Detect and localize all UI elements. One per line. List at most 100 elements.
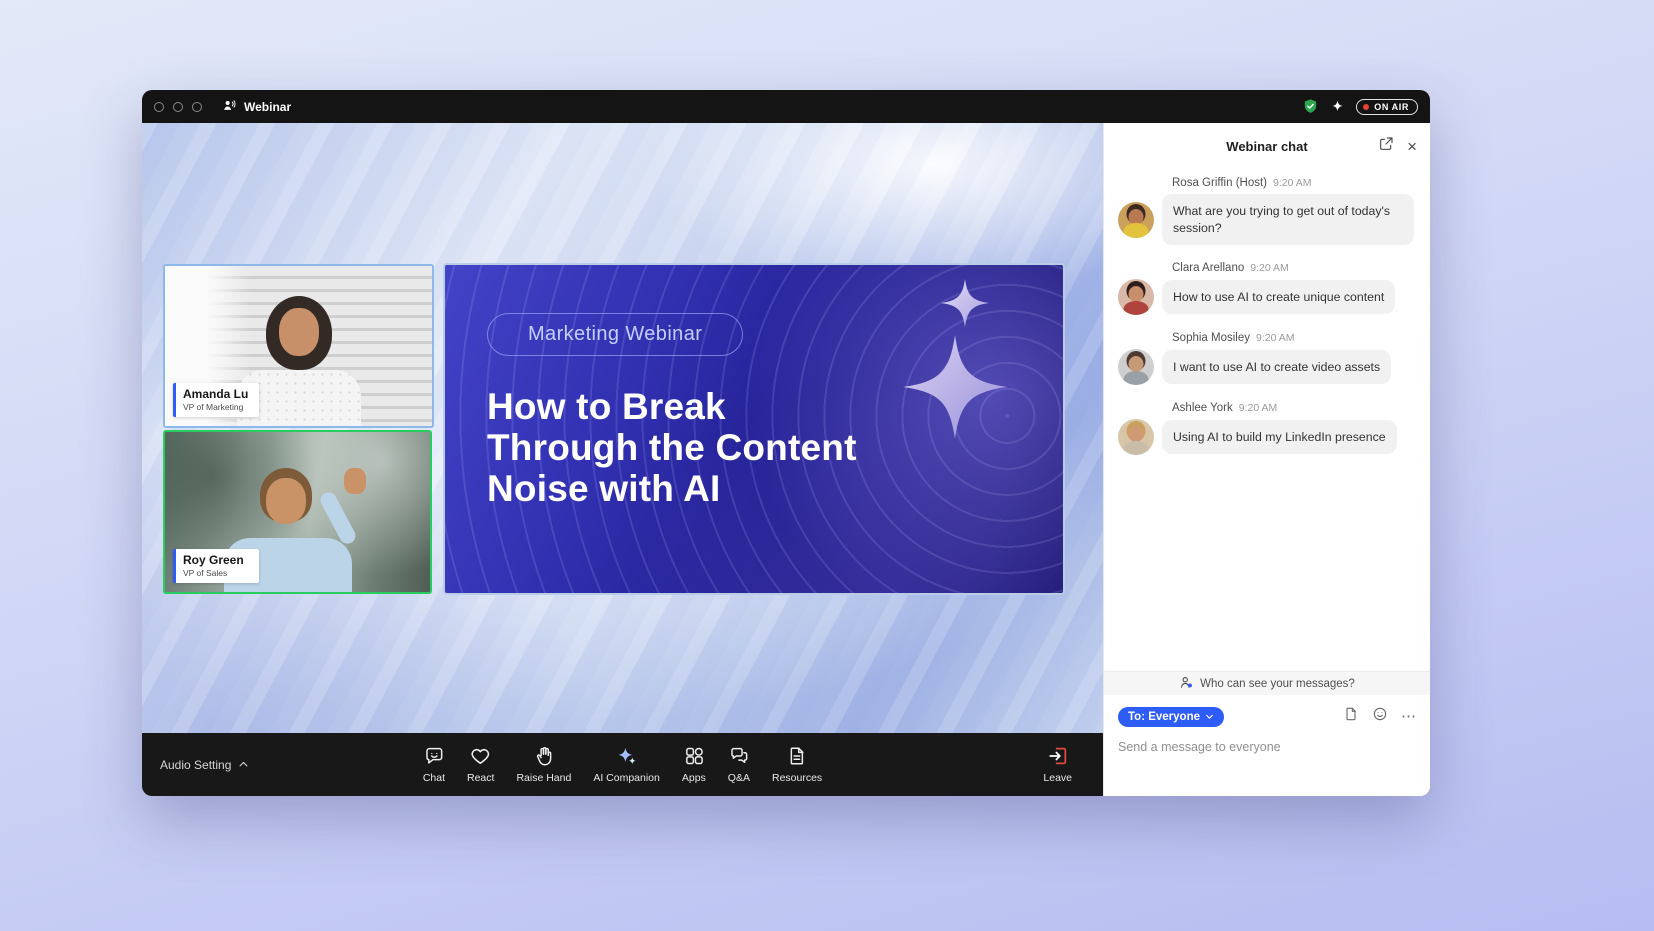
visibility-note-text: Who can see your messages? <box>1200 678 1355 690</box>
message-author: Rosa Griffin (Host) <box>1172 177 1267 189</box>
figure-face <box>279 308 319 356</box>
on-air-label: ON AIR <box>1374 102 1409 112</box>
heart-icon <box>470 745 492 767</box>
attach-file-icon[interactable] <box>1343 706 1359 727</box>
avatar-rosa-griffin <box>1118 202 1154 238</box>
message-time: 9:20 AM <box>1256 332 1295 344</box>
chat-button-label: Chat <box>423 772 445 784</box>
chat-icon <box>423 745 445 767</box>
avatar-sophia-mosiley <box>1118 349 1154 385</box>
chat-message: Clara Arellano9:20 AM How to use AI to c… <box>1118 262 1416 315</box>
close-icon[interactable]: × <box>1407 138 1417 155</box>
message-header: Clara Arellano 9:20 AM <box>1172 262 1416 274</box>
window-titlebar: Webinar ON AIR <box>142 90 1430 123</box>
message-header: Sophia Mosiley 9:20 AM <box>1172 332 1416 344</box>
window-close-button[interactable] <box>154 102 164 112</box>
visibility-person-icon <box>1179 675 1194 693</box>
resources-button[interactable]: Resources <box>761 733 833 796</box>
meeting-toolbar: Audio Setting Chat <box>142 733 1103 796</box>
message-author: Sophia Mosiley <box>1172 332 1250 344</box>
window-minimize-button[interactable] <box>173 102 183 112</box>
figure-face <box>266 478 306 524</box>
main-area: Amanda Lu VP of Marketing Roy Green VP o… <box>142 123 1430 796</box>
react-button-label: React <box>467 772 494 784</box>
message-bubble: What are you trying to get out of today'… <box>1162 194 1414 245</box>
window-maximize-button[interactable] <box>192 102 202 112</box>
webinar-chat-panel: Webinar chat × Rosa Griffin (Ho <box>1103 123 1430 796</box>
chat-panel-title: Webinar chat <box>1226 139 1307 154</box>
audio-setting-button[interactable]: Audio Setting <box>160 758 249 772</box>
slide-title-line: How to Break <box>487 386 1063 427</box>
ai-companion-icon <box>616 745 638 767</box>
qa-button[interactable]: Q&A <box>717 733 761 796</box>
resources-icon <box>786 745 808 767</box>
raise-hand-button-label: Raise Hand <box>516 772 571 784</box>
toolbar-button-group: Chat React <box>412 733 833 796</box>
message-time: 9:20 AM <box>1273 177 1312 189</box>
message-header: Ashlee York 9:20 AM <box>1172 402 1416 414</box>
message-bubble: Using AI to build my LinkedIn presence <box>1162 420 1397 455</box>
react-button[interactable]: React <box>456 733 505 796</box>
ai-companion-button-label: AI Companion <box>593 772 660 784</box>
video-stage: Amanda Lu VP of Marketing Roy Green VP o… <box>142 123 1103 796</box>
shared-slide: Marketing Webinar How to Break Through t… <box>443 263 1065 595</box>
message-time: 9:20 AM <box>1239 402 1278 414</box>
nametag-roy: Roy Green VP of Sales <box>173 549 259 583</box>
titlebar-status-group: ON AIR <box>1302 98 1418 115</box>
chat-message: Sophia Mosiley 9:20 AM I want to use AI t… <box>1118 332 1416 385</box>
recipient-selector[interactable]: To: Everyone <box>1118 707 1224 727</box>
ai-sparkle-icon[interactable] <box>1330 99 1345 114</box>
on-air-dot <box>1363 104 1369 110</box>
popout-icon[interactable] <box>1378 136 1394 157</box>
message-time: 9:20 AM <box>1250 262 1289 274</box>
message-header: Rosa Griffin (Host) 9:20 AM <box>1172 177 1416 189</box>
emoji-icon[interactable] <box>1372 706 1388 727</box>
qa-icon <box>728 745 750 767</box>
chat-header: Webinar chat × <box>1104 123 1430 169</box>
chat-composer: To: Everyone <box>1104 695 1430 796</box>
message-author: Clara Arellano <box>1172 262 1244 274</box>
chat-message: Ashlee York 9:20 AM Using AI to build my … <box>1118 402 1416 455</box>
video-tile-amanda[interactable]: Amanda Lu VP of Marketing <box>163 264 434 428</box>
raise-hand-button[interactable]: Raise Hand <box>505 733 582 796</box>
slide-title-line: Through the Content <box>487 427 1063 468</box>
on-air-badge: ON AIR <box>1356 99 1418 115</box>
message-bubble: I want to use AI to create video assets <box>1162 350 1391 385</box>
app-title: Webinar <box>244 100 291 114</box>
message-visibility-note[interactable]: Who can see your messages? <box>1104 671 1430 695</box>
audio-setting-label: Audio Setting <box>160 758 231 772</box>
chevron-up-icon <box>238 759 249 770</box>
nametag-amanda: Amanda Lu VP of Marketing <box>173 383 259 417</box>
ai-companion-button[interactable]: AI Companion <box>582 733 671 796</box>
leave-button-label: Leave <box>1043 772 1072 784</box>
slide-badge: Marketing Webinar <box>487 313 743 356</box>
raise-hand-icon <box>533 745 555 767</box>
qa-button-label: Q&A <box>728 772 750 784</box>
leave-icon <box>1047 745 1069 767</box>
apps-icon <box>683 745 705 767</box>
app-title-group: Webinar <box>222 98 291 116</box>
figure-hand <box>344 468 366 494</box>
resources-button-label: Resources <box>772 772 822 784</box>
chat-footer: Who can see your messages? To: Everyone <box>1104 671 1430 796</box>
chevron-down-icon <box>1205 712 1214 721</box>
avatar-ashlee-york <box>1118 419 1154 455</box>
leave-button[interactable]: Leave <box>1032 733 1083 796</box>
composer-actions: ⋯ <box>1343 706 1416 727</box>
chat-header-actions: × <box>1378 136 1417 157</box>
security-shield-icon[interactable] <box>1302 98 1319 115</box>
recipient-label: To: Everyone <box>1128 711 1200 723</box>
participant-role: VP of Sales <box>183 568 249 578</box>
more-options-icon[interactable]: ⋯ <box>1401 709 1416 724</box>
chat-button[interactable]: Chat <box>412 733 456 796</box>
message-input[interactable] <box>1118 740 1416 754</box>
apps-button-label: Apps <box>682 772 706 784</box>
video-tile-roy[interactable]: Roy Green VP of Sales <box>163 430 432 594</box>
participant-name: Amanda Lu <box>183 387 249 401</box>
message-author: Ashlee York <box>1172 402 1233 414</box>
apps-button[interactable]: Apps <box>671 733 717 796</box>
slide-title-line: Noise with AI <box>487 468 1063 509</box>
webinar-window: Webinar ON AIR <box>142 90 1430 796</box>
window-controls <box>154 102 202 112</box>
participant-name: Roy Green <box>183 553 249 567</box>
